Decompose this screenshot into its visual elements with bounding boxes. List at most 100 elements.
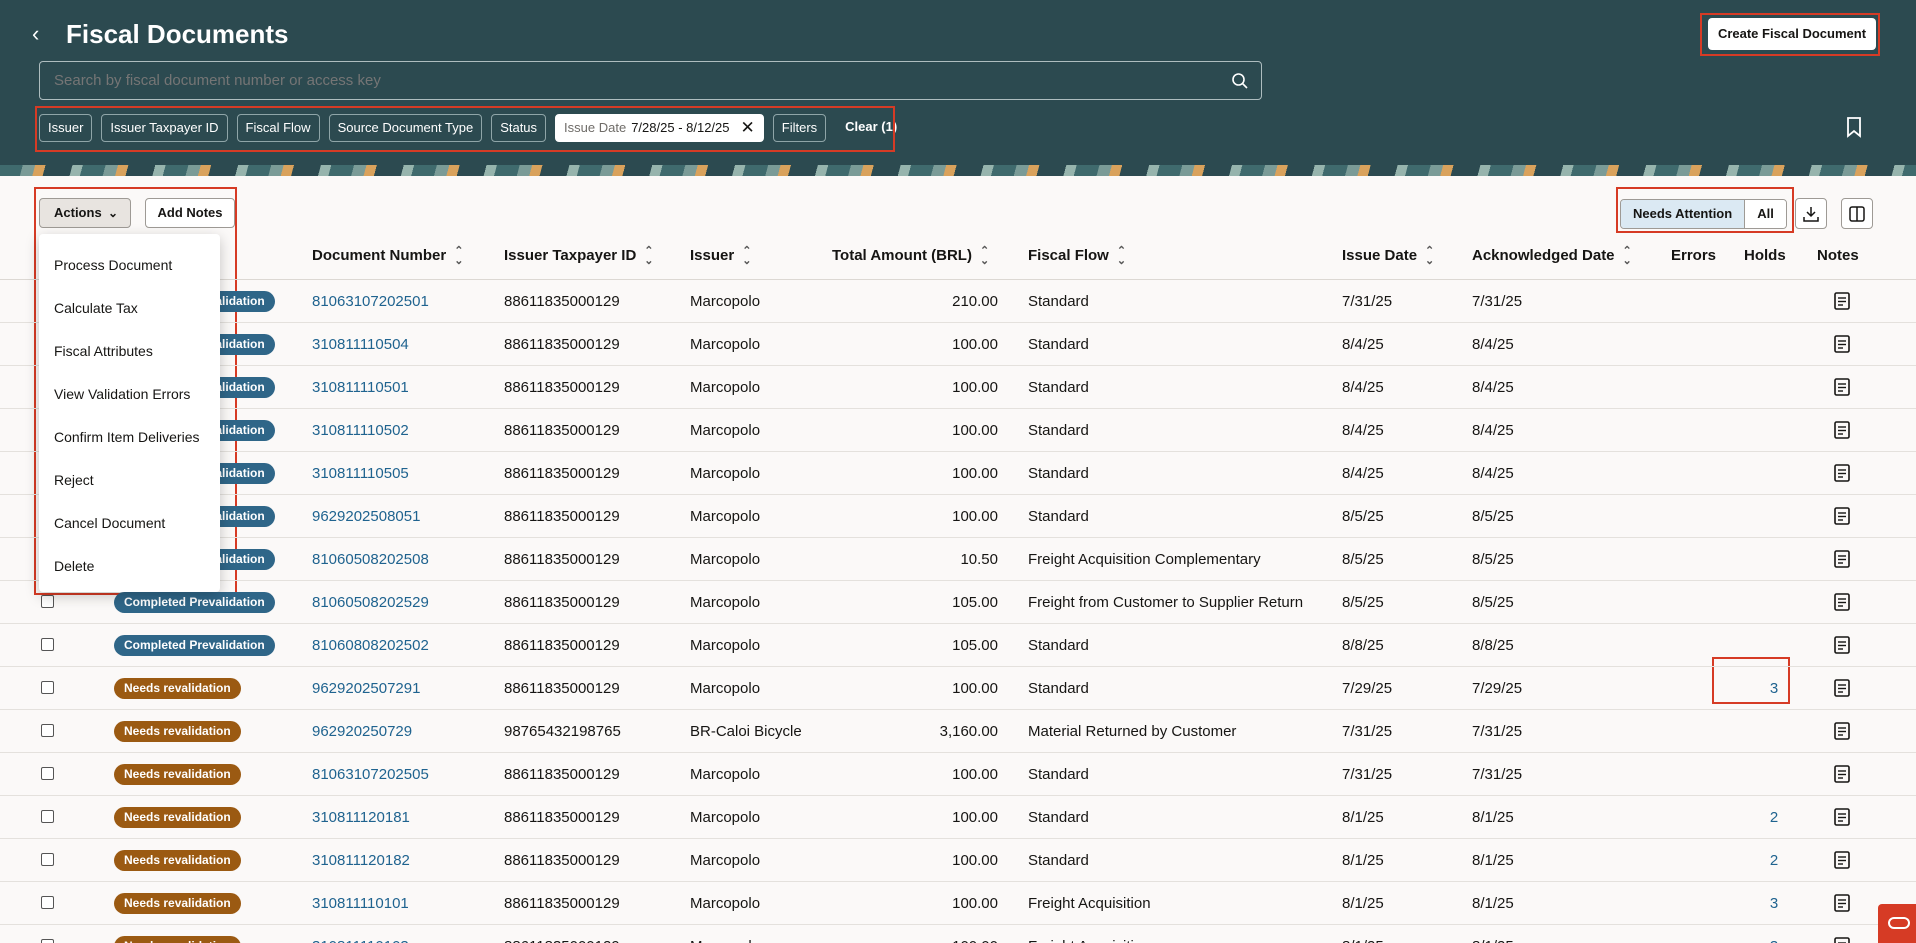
filter-chip-source-document-type[interactable]: Source Document Type xyxy=(328,114,483,142)
search-icon[interactable] xyxy=(1231,72,1249,90)
columns-button[interactable] xyxy=(1841,198,1873,229)
sort-icon[interactable]: ⌃ ⌄ xyxy=(1425,246,1434,267)
document-number-link[interactable]: 81063107202501 xyxy=(312,280,429,323)
filter-chip-issue-date[interactable]: Issue Date 7/28/25 - 8/12/25 ✕ xyxy=(555,114,764,142)
holds-link[interactable]: 3 xyxy=(1744,925,1804,943)
table-row[interactable]: Needs revalidation 81063107202505 88611835… xyxy=(0,753,1916,796)
note-icon[interactable] xyxy=(1834,808,1850,826)
column-issue-date[interactable]: Issue Date ⌃ ⌄ xyxy=(1342,239,1434,280)
back-arrow-icon[interactable]: ‹ xyxy=(32,20,56,48)
note-icon[interactable] xyxy=(1834,851,1850,869)
add-notes-button[interactable]: Add Notes xyxy=(145,198,235,228)
table-row[interactable]: Completed Prevalidation 81060808202502 886… xyxy=(0,624,1916,667)
menu-item-delete[interactable]: Delete xyxy=(39,545,220,588)
document-number-link[interactable]: 962920250729 xyxy=(312,710,412,753)
holds-link[interactable]: 2 xyxy=(1744,796,1804,839)
note-icon[interactable] xyxy=(1834,937,1850,943)
search-input[interactable] xyxy=(54,62,1204,99)
row-checkbox[interactable] xyxy=(41,939,54,943)
holds-link[interactable] xyxy=(1744,366,1804,409)
note-icon[interactable] xyxy=(1834,464,1850,482)
table-row[interactable]: Completed Prevalidation31081111050488611… xyxy=(0,323,1916,366)
column-fiscal-flow[interactable]: Fiscal Flow ⌃ ⌄ xyxy=(1028,239,1126,280)
document-number-link[interactable]: 81060808202502 xyxy=(312,624,429,667)
table-row[interactable]: Completed Prevalidation31081111050188611… xyxy=(0,366,1916,409)
document-number-link[interactable]: 81060508202508 xyxy=(312,538,429,581)
holds-link[interactable] xyxy=(1744,323,1804,366)
document-number-link[interactable]: 81063107202505 xyxy=(312,753,429,796)
holds-link[interactable] xyxy=(1744,452,1804,495)
filter-chip-fiscal-flow[interactable]: Fiscal Flow xyxy=(236,114,320,142)
note-icon[interactable] xyxy=(1834,421,1850,439)
table-row[interactable]: Needs revalidation 310811110103 8861183500… xyxy=(0,925,1916,943)
document-number-link[interactable]: 81060508202529 xyxy=(312,581,429,624)
table-row[interactable]: Completed Prevalidation81060508202508886… xyxy=(0,538,1916,581)
oracle-icon[interactable] xyxy=(1878,904,1916,943)
document-number-link[interactable]: 310811110101 xyxy=(312,882,409,925)
table-row[interactable]: Completed Prevalidation31081111050288611… xyxy=(0,409,1916,452)
document-number-link[interactable]: 310811110504 xyxy=(312,323,409,366)
row-checkbox[interactable] xyxy=(41,638,54,651)
row-checkbox[interactable] xyxy=(41,896,54,909)
document-number-link[interactable]: 310811110502 xyxy=(312,409,409,452)
holds-link[interactable] xyxy=(1744,409,1804,452)
document-number-link[interactable]: 310811110505 xyxy=(312,452,409,495)
row-checkbox[interactable] xyxy=(41,681,54,694)
sort-icon[interactable]: ⌃ ⌄ xyxy=(1623,246,1632,267)
note-icon[interactable] xyxy=(1834,765,1850,783)
table-row[interactable]: Needs revalidation 310811120182 8861183500… xyxy=(0,839,1916,882)
holds-link[interactable] xyxy=(1744,495,1804,538)
download-button[interactable] xyxy=(1795,198,1827,229)
bookmark-icon[interactable] xyxy=(1846,117,1862,138)
close-icon[interactable]: ✕ xyxy=(741,115,755,141)
holds-link[interactable] xyxy=(1744,581,1804,624)
holds-link[interactable] xyxy=(1744,538,1804,581)
table-row[interactable]: Completed Prevalidation81063107202501886… xyxy=(0,280,1916,323)
create-fiscal-document-button[interactable]: Create Fiscal Document xyxy=(1708,18,1876,50)
document-number-link[interactable]: 310811110501 xyxy=(312,366,409,409)
note-icon[interactable] xyxy=(1834,722,1850,740)
table-row[interactable]: Needs revalidation 310811110101 8861183500… xyxy=(0,882,1916,925)
menu-item-fiscal-attributes[interactable]: Fiscal Attributes xyxy=(39,330,220,373)
row-checkbox[interactable] xyxy=(41,767,54,780)
holds-link[interactable] xyxy=(1744,280,1804,323)
note-icon[interactable] xyxy=(1834,679,1850,697)
menu-item-reject[interactable]: Reject xyxy=(39,459,220,502)
menu-item-cancel-document[interactable]: Cancel Document xyxy=(39,502,220,545)
note-icon[interactable] xyxy=(1834,292,1850,310)
holds-link[interactable] xyxy=(1744,624,1804,667)
table-row[interactable]: Needs revalidation 962920250729 9876543219… xyxy=(0,710,1916,753)
note-icon[interactable] xyxy=(1834,507,1850,525)
clear-filters-button[interactable]: Clear (1) xyxy=(835,114,907,142)
note-icon[interactable] xyxy=(1834,593,1850,611)
holds-link[interactable]: 3 xyxy=(1744,667,1804,710)
row-checkbox[interactable] xyxy=(41,595,54,608)
table-row[interactable]: Needs revalidation 310811120181 8861183500… xyxy=(0,796,1916,839)
note-icon[interactable] xyxy=(1834,335,1850,353)
sort-icon[interactable]: ⌃ ⌄ xyxy=(742,246,751,267)
table-row[interactable]: Completed Prevalidation31081111050588611… xyxy=(0,452,1916,495)
note-icon[interactable] xyxy=(1834,378,1850,396)
sort-icon[interactable]: ⌃ ⌄ xyxy=(1117,246,1126,267)
menu-item-calculate-tax[interactable]: Calculate Tax xyxy=(39,287,220,330)
document-number-link[interactable]: 310811120182 xyxy=(312,839,410,882)
menu-item-confirm-item-deliveries[interactable]: Confirm Item Deliveries xyxy=(39,416,220,459)
sort-icon[interactable]: ⌃ ⌄ xyxy=(980,246,989,267)
table-row[interactable]: Completed Prevalidation 81060508202529 886… xyxy=(0,581,1916,624)
column-total-amount[interactable]: Total Amount (BRL) ⌃ ⌄ xyxy=(832,239,989,280)
holds-link[interactable] xyxy=(1744,753,1804,796)
filter-chip-issuer-taxpayer-id[interactable]: Issuer Taxpayer ID xyxy=(101,114,228,142)
holds-link[interactable] xyxy=(1744,710,1804,753)
document-number-link[interactable]: 310811120181 xyxy=(312,796,410,839)
filters-button[interactable]: Filters xyxy=(772,114,827,142)
filter-chip-issuer[interactable]: Issuer xyxy=(39,114,93,142)
row-checkbox[interactable] xyxy=(41,853,54,866)
all-toggle[interactable]: All xyxy=(1745,200,1786,228)
filter-chip-status[interactable]: Status xyxy=(491,114,547,142)
column-issuer[interactable]: Issuer ⌃ ⌄ xyxy=(690,239,751,280)
note-icon[interactable] xyxy=(1834,894,1850,912)
menu-item-view-validation-errors[interactable]: View Validation Errors xyxy=(39,373,220,416)
column-acknowledged-date[interactable]: Acknowledged Date ⌃ ⌄ xyxy=(1472,239,1632,280)
table-row[interactable]: Completed Prevalidation96292025080518861… xyxy=(0,495,1916,538)
row-checkbox[interactable] xyxy=(41,724,54,737)
